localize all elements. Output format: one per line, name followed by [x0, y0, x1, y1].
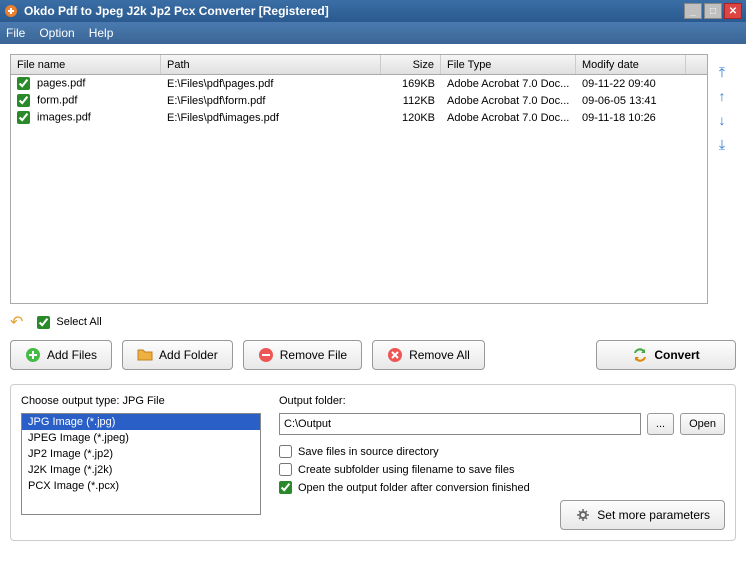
- move-down-icon[interactable]: ↓: [713, 112, 731, 130]
- window-title: Okdo Pdf to Jpeg J2k Jp2 Pcx Converter […: [24, 4, 682, 18]
- add-folder-label: Add Folder: [159, 348, 218, 362]
- close-button[interactable]: ✕: [724, 3, 742, 19]
- opt1-label: Save files in source directory: [298, 446, 439, 458]
- col-header-size[interactable]: Size: [381, 55, 441, 74]
- file-list-header: File name Path Size File Type Modify dat…: [11, 55, 707, 75]
- add-icon: [25, 347, 41, 363]
- output-type-option[interactable]: JPEG Image (*.jpeg): [22, 430, 260, 446]
- create-subfolder-checkbox[interactable]: [279, 463, 292, 476]
- row-checkbox[interactable]: [17, 77, 30, 90]
- open-after-convert-checkbox[interactable]: [279, 481, 292, 494]
- output-type-list[interactable]: JPG Image (*.jpg)JPEG Image (*.jpeg)JP2 …: [21, 413, 261, 515]
- gear-icon: [575, 507, 591, 523]
- open-folder-button[interactable]: Open: [680, 413, 725, 435]
- opt2-label: Create subfolder using filename to save …: [298, 464, 514, 476]
- app-icon: [4, 3, 20, 19]
- save-in-source-checkbox[interactable]: [279, 445, 292, 458]
- more-params-label: Set more parameters: [597, 508, 710, 522]
- remove-icon: [258, 347, 274, 363]
- menu-bar: File Option Help: [0, 22, 746, 44]
- title-bar: Okdo Pdf to Jpeg J2k Jp2 Pcx Converter […: [0, 0, 746, 22]
- remove-file-label: Remove File: [280, 348, 347, 362]
- select-all-label: Select All: [56, 316, 101, 328]
- remove-all-label: Remove All: [409, 348, 470, 362]
- table-row[interactable]: images.pdf E:\Files\pdf\images.pdf 120KB…: [11, 109, 707, 126]
- menu-file[interactable]: File: [6, 26, 25, 40]
- remove-all-button[interactable]: Remove All: [372, 340, 485, 370]
- file-list[interactable]: File name Path Size File Type Modify dat…: [10, 54, 708, 304]
- convert-icon: [632, 347, 648, 363]
- minimize-button[interactable]: _: [684, 3, 702, 19]
- move-top-icon[interactable]: ⤒: [713, 64, 731, 82]
- col-header-path[interactable]: Path: [161, 55, 381, 74]
- select-all-checkbox[interactable]: [37, 316, 50, 329]
- browse-button[interactable]: ...: [647, 413, 674, 435]
- move-up-icon[interactable]: ↑: [713, 88, 731, 106]
- output-folder-label: Output folder:: [279, 395, 725, 407]
- row-checkbox[interactable]: [17, 94, 30, 107]
- output-type-option[interactable]: J2K Image (*.j2k): [22, 462, 260, 478]
- table-row[interactable]: pages.pdf E:\Files\pdf\pages.pdf 169KB A…: [11, 75, 707, 92]
- menu-help[interactable]: Help: [89, 26, 114, 40]
- set-more-parameters-button[interactable]: Set more parameters: [560, 500, 725, 530]
- opt3-label: Open the output folder after conversion …: [298, 482, 530, 494]
- menu-option[interactable]: Option: [39, 26, 74, 40]
- add-files-label: Add Files: [47, 348, 97, 362]
- remove-all-icon: [387, 347, 403, 363]
- output-type-option[interactable]: JPG Image (*.jpg): [22, 414, 260, 430]
- convert-button[interactable]: Convert: [596, 340, 736, 370]
- output-folder-input[interactable]: [279, 413, 641, 435]
- col-header-date[interactable]: Modify date: [576, 55, 686, 74]
- col-header-type[interactable]: File Type: [441, 55, 576, 74]
- output-type-label: Choose output type: JPG File: [21, 395, 261, 407]
- add-files-button[interactable]: Add Files: [10, 340, 112, 370]
- row-checkbox[interactable]: [17, 111, 30, 124]
- output-type-option[interactable]: JP2 Image (*.jp2): [22, 446, 260, 462]
- remove-file-button[interactable]: Remove File: [243, 340, 362, 370]
- col-header-name[interactable]: File name: [11, 55, 161, 74]
- output-settings-group: Choose output type: JPG File JPG Image (…: [10, 384, 736, 541]
- add-folder-button[interactable]: Add Folder: [122, 340, 233, 370]
- table-row[interactable]: form.pdf E:\Files\pdf\form.pdf 112KB Ado…: [11, 92, 707, 109]
- maximize-button[interactable]: □: [704, 3, 722, 19]
- folder-icon: [137, 347, 153, 363]
- move-bottom-icon[interactable]: ⤓: [713, 136, 731, 154]
- output-type-option[interactable]: PCX Image (*.pcx): [22, 478, 260, 494]
- back-icon[interactable]: ↶: [10, 312, 23, 332]
- convert-label: Convert: [654, 348, 699, 362]
- reorder-arrows: ⤒ ↑ ↓ ⤓: [708, 54, 736, 304]
